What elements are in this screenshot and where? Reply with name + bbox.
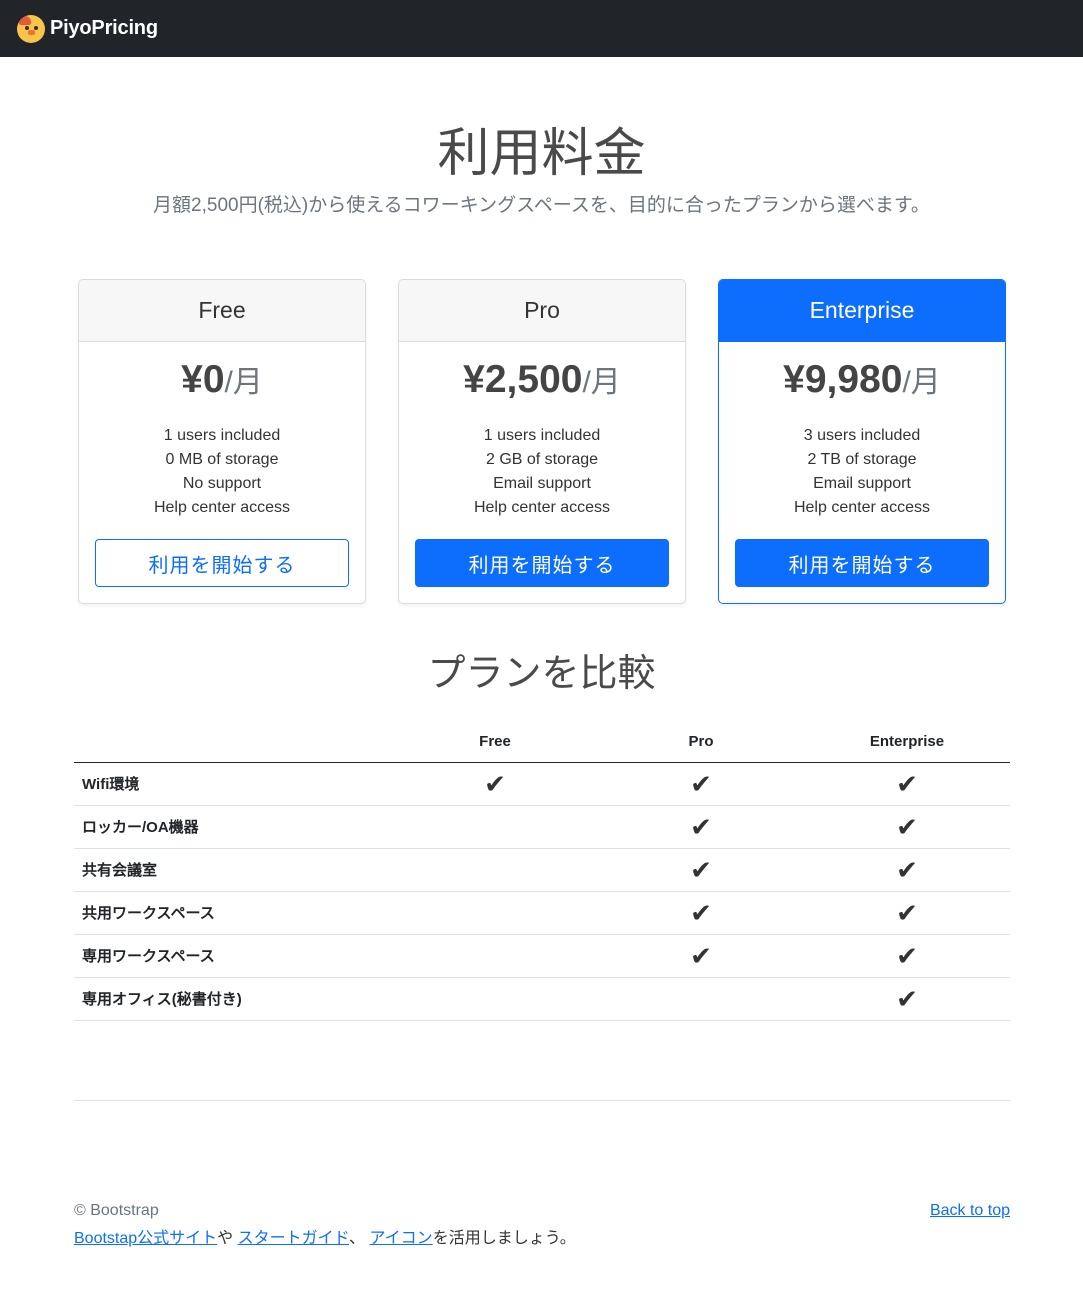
feature-name: 共用ワークスペース xyxy=(74,891,392,935)
compare-row: 共用ワークスペース ✔ ✔ xyxy=(74,891,1010,935)
checkmark-icon: ✔ xyxy=(598,762,804,806)
plan-price: ¥9,980/月 xyxy=(719,358,1005,410)
checkmark-icon: ✔ xyxy=(804,934,1010,978)
feature-item: 1 users included xyxy=(483,427,601,444)
footer-text: を活用しましょう。 xyxy=(432,1230,576,1247)
empty-cell xyxy=(392,977,598,1021)
checkmark-icon: ✔ xyxy=(598,934,804,978)
checkmark-icon: ✔ xyxy=(598,805,804,849)
compare-row: 共有会議室 ✔ ✔ xyxy=(74,848,1010,892)
footer-info: © Bootstrap Bootstap公式サイトや スタートガイド、 アイコン… xyxy=(74,1199,576,1251)
feature-item: 3 users included xyxy=(803,427,921,444)
checkmark-icon: ✔ xyxy=(804,891,1010,935)
compare-row: 専用ワークスペース ✔ ✔ xyxy=(74,934,1010,978)
feature-item: Help center access xyxy=(473,499,611,516)
checkmark-icon: ✔ xyxy=(804,848,1010,892)
start-guide-link[interactable]: スタートガイド xyxy=(238,1230,349,1247)
plan-name: Free xyxy=(79,280,365,342)
checkmark-icon: ✔ xyxy=(392,762,598,806)
empty-cell xyxy=(392,891,598,935)
pricing-header: 利用料金 月額2,500円(税込)から使えるコワーキングスペースを、目的に合った… xyxy=(0,118,1083,219)
feature-name: ロッカー/OA機器 xyxy=(74,805,392,849)
start-enterprise-button[interactable]: 利用を開始する xyxy=(735,539,989,587)
compare-row: ロッカー/OA機器 ✔ ✔ xyxy=(74,805,1010,849)
plan-card-free: Free ¥0/月 1 users included 0 MB of stora… xyxy=(78,279,366,604)
back-to-top: Back to top xyxy=(930,1199,1010,1223)
chick-logo-icon xyxy=(17,14,45,43)
brand-link[interactable]: PiyoPricing xyxy=(17,14,158,43)
plan-card-enterprise: Enterprise ¥9,980/月 3 users included 2 T… xyxy=(718,279,1006,604)
copyright: © Bootstrap xyxy=(74,1202,159,1219)
plan-price: ¥2,500/月 xyxy=(399,358,685,410)
feature-item: Email support xyxy=(493,475,591,492)
price-amount: ¥2,500 xyxy=(463,358,583,401)
start-pro-button[interactable]: 利用を開始する xyxy=(415,539,669,587)
checkmark-icon: ✔ xyxy=(804,762,1010,806)
checkmark-icon: ✔ xyxy=(598,848,804,892)
plan-features: 1 users included 2 GB of storage Email s… xyxy=(399,424,685,520)
feature-item: 2 TB of storage xyxy=(807,451,917,468)
checkmark-icon: ✔ xyxy=(804,977,1010,1021)
checkmark-icon: ✔ xyxy=(598,891,804,935)
footer-links-line: Bootstap公式サイトや スタートガイド、 アイコンを活用しましょう。 xyxy=(74,1227,576,1251)
feature-item: 1 users included xyxy=(163,427,281,444)
price-amount: ¥0 xyxy=(181,358,225,401)
feature-name: 専用オフィス(秘書付き) xyxy=(74,977,392,1021)
start-free-button[interactable]: 利用を開始する xyxy=(95,539,349,587)
empty-cell xyxy=(392,805,598,849)
icons-link[interactable]: アイコン xyxy=(369,1230,432,1247)
feature-column-header xyxy=(74,722,392,763)
empty-cell xyxy=(392,934,598,978)
plan-card-pro: Pro ¥2,500/月 1 users included 2 GB of st… xyxy=(398,279,686,604)
feature-item: No support xyxy=(182,475,262,492)
feature-item: Email support xyxy=(813,475,911,492)
plan-features: 3 users included 2 TB of storage Email s… xyxy=(719,424,1005,520)
empty-cell xyxy=(598,977,804,1021)
compare-row: Wifi環境 ✔ ✔ ✔ xyxy=(74,762,1010,806)
compare-header-row: Free Pro Enterprise xyxy=(74,722,1010,763)
checkmark-icon: ✔ xyxy=(804,805,1010,849)
plan-price: ¥0/月 xyxy=(79,358,365,410)
back-to-top-link[interactable]: Back to top xyxy=(930,1202,1010,1219)
price-unit: /月 xyxy=(224,366,263,399)
compare-title: プランを比較 xyxy=(427,653,656,695)
footer-text: 、 xyxy=(349,1230,366,1247)
feature-name: 共有会議室 xyxy=(74,848,392,892)
top-navbar: PiyoPricing xyxy=(0,0,1083,57)
feature-item: 2 GB of storage xyxy=(485,451,599,468)
column-header-pro: Pro xyxy=(598,722,804,763)
page-title: 利用料金 xyxy=(437,125,646,183)
official-site-link[interactable]: Bootstap公式サイト xyxy=(74,1230,217,1247)
plan-name: Pro xyxy=(399,280,685,342)
page-subtitle: 月額2,500円(税込)から使えるコワーキングスペースを、目的に合ったプランから… xyxy=(153,195,930,216)
empty-cell xyxy=(392,848,598,892)
feature-item: 0 MB of storage xyxy=(165,451,279,468)
feature-item: Help center access xyxy=(153,499,291,516)
feature-item: Help center access xyxy=(793,499,931,516)
compare-table: Free Pro Enterprise Wifi環境 ✔ ✔ ✔ ロッカー/OA機器 ✔ ✔… xyxy=(74,722,1010,1021)
footer-text: や xyxy=(217,1230,234,1247)
plan-features: 1 users included 0 MB of storage No supp… xyxy=(79,424,365,520)
compare-row: 専用オフィス(秘書付き) ✔ xyxy=(74,977,1010,1021)
brand-name: PiyoPricing xyxy=(50,17,158,39)
column-header-enterprise: Enterprise xyxy=(804,722,1010,763)
feature-name: Wifi環境 xyxy=(74,762,392,806)
plan-name: Enterprise xyxy=(719,280,1005,342)
column-header-free: Free xyxy=(392,722,598,763)
price-unit: /月 xyxy=(582,366,621,399)
price-amount: ¥9,980 xyxy=(783,358,903,401)
feature-name: 専用ワークスペース xyxy=(74,934,392,978)
footer-divider xyxy=(74,1100,1010,1101)
price-unit: /月 xyxy=(902,366,941,399)
compare-body: Wifi環境 ✔ ✔ ✔ ロッカー/OA機器 ✔ ✔ 共有会議室 ✔ ✔ 共用ワークスペース ✔ ✔ 専用… xyxy=(74,762,1010,1021)
